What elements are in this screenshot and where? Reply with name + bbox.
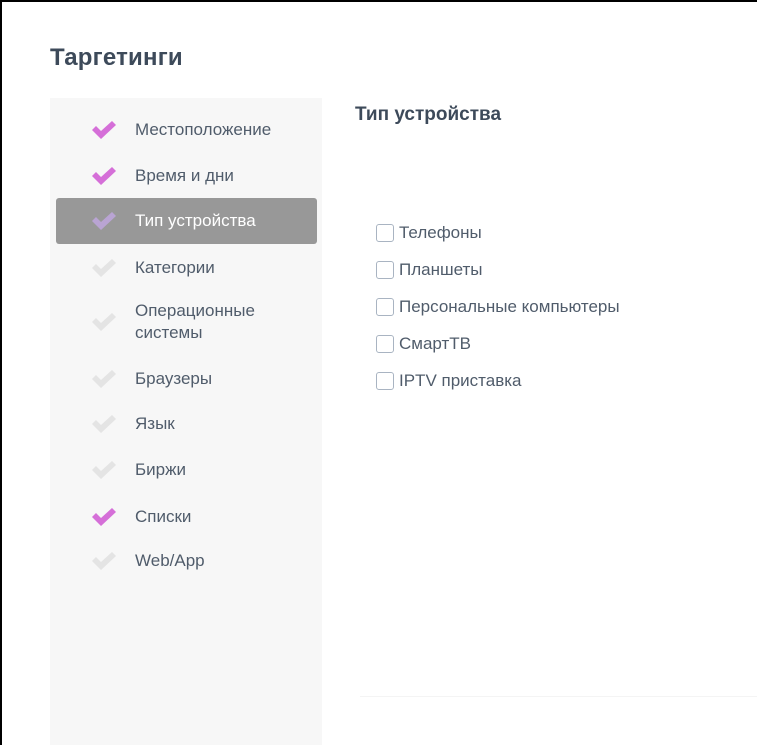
sidebar-item-device-type[interactable]: Тип устройства (56, 198, 317, 244)
option-phones[interactable]: Телефоны (376, 214, 620, 251)
checkmark-icon (90, 414, 122, 434)
checkmark-icon (90, 460, 122, 480)
option-label: Телефоны (399, 222, 482, 242)
option-smart-tv[interactable]: СмартТВ (376, 325, 620, 362)
sidebar-item-categories[interactable]: Категории (56, 256, 317, 280)
option-label: СмартТВ (399, 333, 472, 353)
targeting-sidebar: Местоположение Время и дни Тип устройств… (50, 98, 322, 745)
sidebar-item-label: Web/App (135, 551, 205, 570)
option-tablets[interactable]: Планшеты (376, 251, 620, 288)
sidebar-item-operating-systems[interactable]: Операционные системы (56, 298, 317, 346)
sidebar-item-label: Списки (135, 507, 192, 526)
divider (360, 696, 757, 697)
option-label: Персональные компьютеры (399, 296, 620, 316)
checkmark-icon (90, 312, 122, 332)
option-personal-computers[interactable]: Персональные компьютеры (376, 288, 620, 325)
checkbox[interactable] (376, 371, 394, 390)
sidebar-item-exchanges[interactable]: Биржи (56, 458, 317, 482)
sidebar-item-browsers[interactable]: Браузеры (56, 367, 317, 391)
sidebar-item-time-days[interactable]: Время и дни (56, 164, 317, 188)
sidebar-item-web-app[interactable]: Web/App (56, 549, 317, 573)
checkbox[interactable] (376, 334, 394, 353)
checkmark-icon (90, 166, 122, 186)
sidebar-item-language[interactable]: Язык (56, 412, 317, 436)
checkmark-icon (90, 551, 122, 571)
checkmark-icon (90, 369, 122, 389)
checkbox[interactable] (376, 297, 394, 316)
checkmark-icon (90, 258, 122, 278)
sidebar-item-label: Операционные системы (135, 301, 255, 342)
sidebar-item-label: Время и дни (135, 166, 234, 185)
checkbox[interactable] (376, 223, 394, 242)
checkbox[interactable] (376, 260, 394, 279)
checkmark-icon (90, 211, 122, 231)
option-label: Планшеты (399, 259, 483, 279)
option-iptv-box[interactable]: IPTV приставка (376, 362, 620, 399)
sidebar-item-label: Тип устройства (135, 211, 256, 230)
section-title: Тип устройства (355, 104, 502, 125)
sidebar-item-label: Местоположение (135, 120, 272, 139)
sidebar-item-label: Язык (135, 414, 175, 433)
checkmark-icon (90, 507, 122, 527)
sidebar-item-label: Браузеры (135, 369, 213, 388)
sidebar-item-label: Категории (135, 258, 215, 277)
sidebar-item-label: Биржи (135, 460, 186, 479)
sidebar-item-lists[interactable]: Списки (56, 505, 317, 529)
sidebar-item-location[interactable]: Местоположение (56, 118, 317, 142)
device-type-options: Телефоны Планшеты Персональные компьютер… (376, 214, 620, 399)
checkmark-icon (90, 120, 122, 140)
option-label: IPTV приставка (399, 370, 522, 390)
page-title: Таргетинги (50, 44, 183, 71)
